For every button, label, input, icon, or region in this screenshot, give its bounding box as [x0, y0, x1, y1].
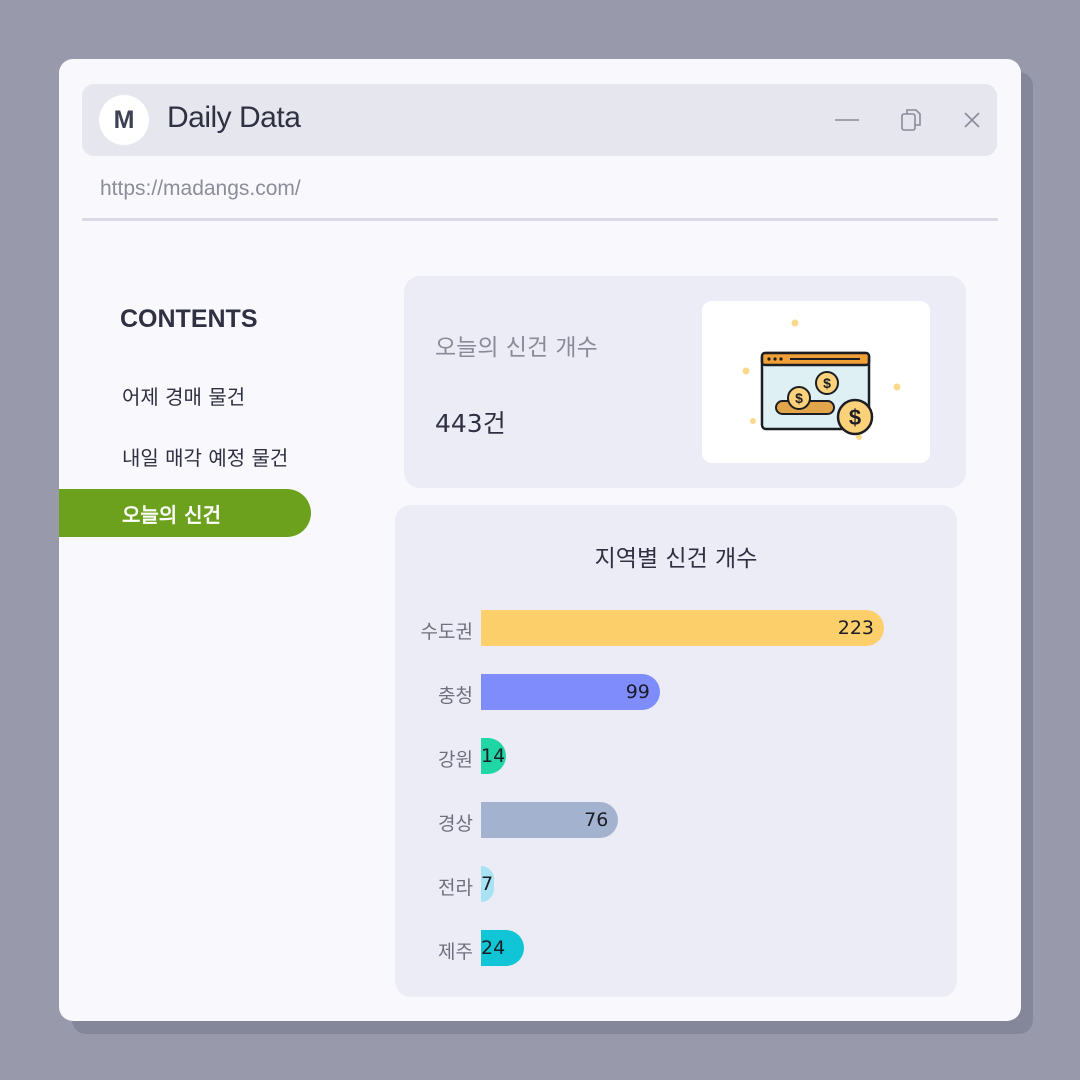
url-text[interactable]: https://madangs.com/	[100, 177, 301, 201]
bar-value-label: 14	[481, 745, 506, 767]
avatar: M	[99, 95, 149, 145]
summary-label: 오늘의 신건 개수	[435, 335, 598, 361]
illustration-box: $ $ $	[702, 301, 930, 463]
restore-button[interactable]	[893, 102, 929, 138]
sidebar-item-tomorrow-sale[interactable]: 내일 매각 예정 물건	[59, 432, 311, 480]
close-button[interactable]	[954, 102, 990, 138]
sidebar-item-label: 어제 경매 물건	[122, 384, 246, 409]
bar-label: 경상	[438, 813, 473, 835]
summary-value: 443건	[435, 409, 506, 438]
summary-card: 오늘의 신건 개수 443건 $ $ $	[404, 276, 966, 488]
sidebar-item-today-new[interactable]: 오늘의 신건	[59, 489, 311, 537]
url-divider	[82, 218, 998, 221]
close-icon	[964, 112, 980, 128]
bar-value-label: 7	[481, 873, 494, 895]
svg-text:$: $	[849, 405, 861, 430]
minimize-button[interactable]	[829, 102, 865, 138]
bar-label: 강원	[438, 749, 473, 771]
restore-icon	[901, 109, 921, 131]
svg-text:$: $	[823, 375, 831, 391]
bar-label: 전라	[438, 877, 473, 899]
app-window: M Daily Data https://madangs.com/ CONTEN…	[59, 59, 1021, 1021]
bar-label: 제주	[438, 941, 473, 963]
bar-value-label: 24	[481, 937, 506, 959]
sidebar-heading: CONTENTS	[120, 305, 258, 333]
bar-value-label: 76	[584, 809, 609, 831]
sidebar-item-label: 내일 매각 예정 물건	[122, 445, 289, 470]
svg-text:$: $	[795, 390, 803, 406]
money-browser-icon: $ $ $	[742, 319, 901, 440]
bar-value-label: 223	[837, 617, 874, 639]
title-bar: M Daily Data	[82, 84, 997, 156]
minimize-icon	[835, 119, 859, 121]
chart-title: 지역별 신건 개수	[594, 546, 758, 572]
bar-label: 수도권	[420, 621, 473, 643]
app-title: Daily Data	[167, 101, 301, 134]
bar-label: 충청	[438, 685, 473, 707]
sidebar-item-label: 오늘의 신건	[122, 502, 221, 527]
region-chart-card: 지역별 신건 개수 수도권 223 충청 99 강원 14 경상 76 전라 7 제주 24	[395, 505, 957, 997]
sidebar-item-yesterday-auction[interactable]: 어제 경매 물건	[59, 371, 311, 419]
bar-value-label: 99	[625, 681, 650, 703]
